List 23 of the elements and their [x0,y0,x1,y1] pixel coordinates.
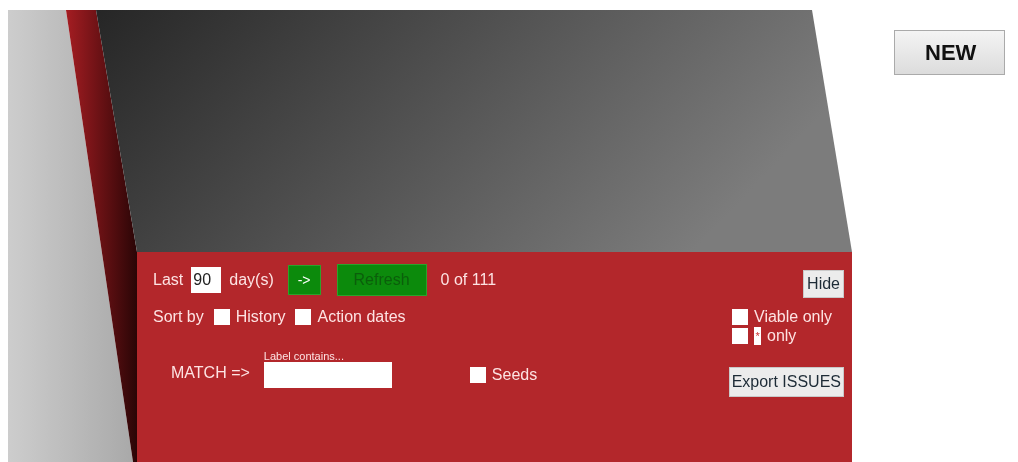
checkbox[interactable] [469,367,486,383]
days-input[interactable]: 90 [191,267,222,293]
filter-label: only [767,327,797,345]
go-button[interactable]: -> [287,265,321,295]
asterisk-marker: * [754,327,761,345]
result-count: 0 of 111 [440,271,497,289]
checkbox[interactable] [732,328,748,344]
days-unit: day(s) [229,271,274,289]
sort-label: Sort by [153,308,204,326]
seeds-label: Seeds [491,366,538,384]
checkbox[interactable] [732,309,748,325]
days-label: Last [153,271,184,289]
checkbox[interactable] [295,309,312,325]
field-label: Label contains... [263,350,345,362]
hide-button[interactable]: Hide [803,270,844,298]
new-button[interactable]: NEW [894,30,1006,75]
sort-option-label: History [235,308,286,326]
filter-label: Viable only [754,308,832,326]
match-label: MATCH => [171,364,250,382]
sort-option-label: Action dates [317,308,406,326]
label-field[interactable] [263,362,392,388]
checkbox[interactable] [213,309,230,325]
export-button[interactable]: Export ISSUES [728,367,844,397]
